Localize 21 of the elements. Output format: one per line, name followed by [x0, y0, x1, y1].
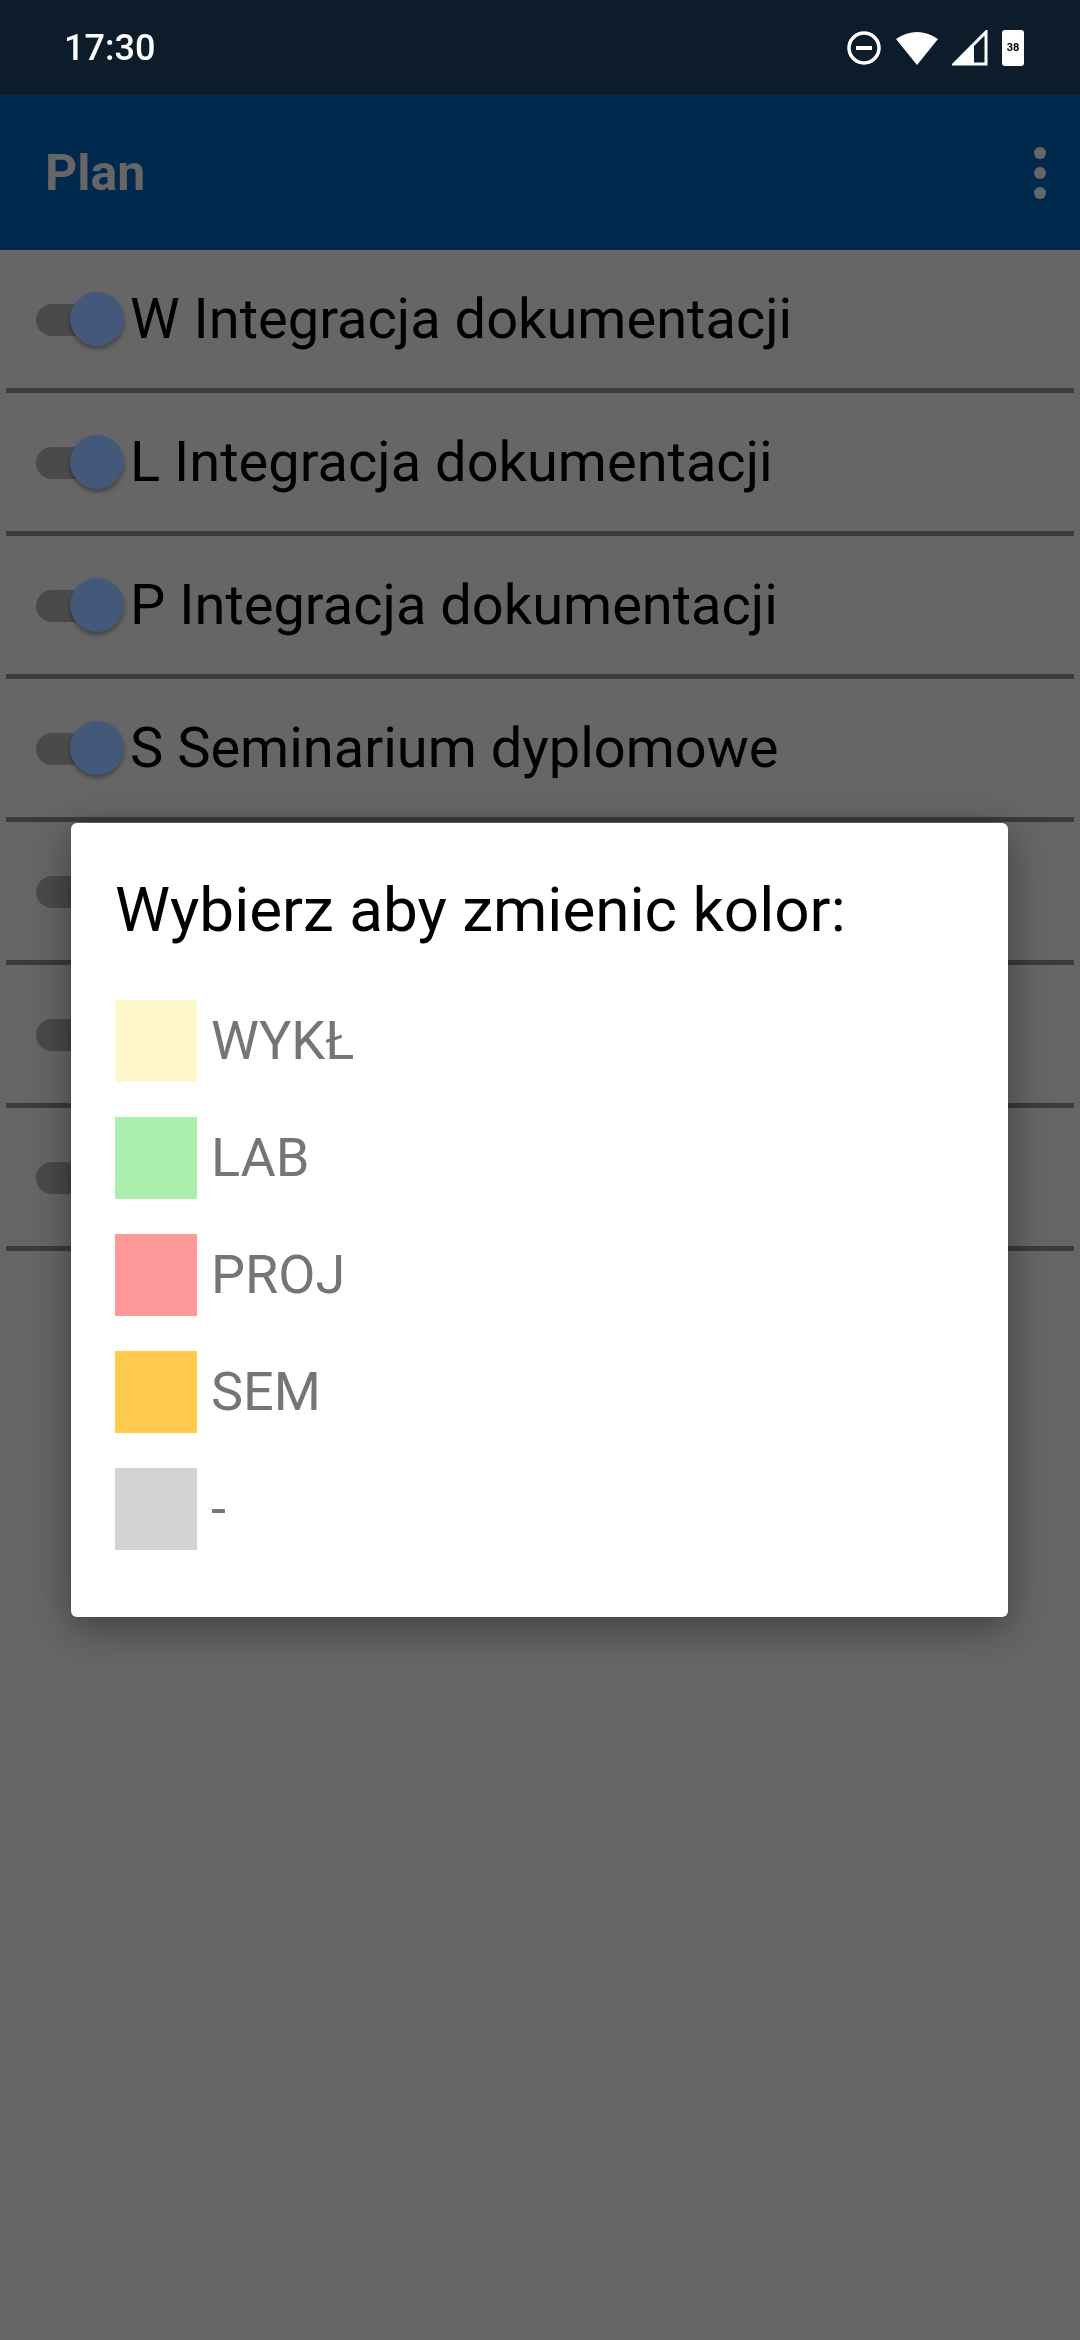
color-swatch[interactable] [115, 1116, 197, 1199]
color-option[interactable]: WYKŁ [211, 1009, 355, 1072]
course-label: W Integracja dokumentacji [130, 286, 793, 352]
course-label: S Seminarium dyplomowe [130, 715, 779, 781]
dialog-title: Wybierz aby zmienic kolor: [115, 873, 847, 946]
do-not-disturb-icon [846, 29, 882, 66]
wifi-icon [896, 30, 938, 65]
signal-icon [952, 29, 988, 66]
color-swatch[interactable] [115, 1233, 197, 1316]
course-label: L Integracja dokumentacji [130, 429, 773, 495]
color-option[interactable]: LAB [211, 1126, 310, 1189]
course-label: P Integracja dokumentacji [130, 572, 778, 638]
color-swatch[interactable] [115, 999, 197, 1082]
color-option[interactable]: PROJ [211, 1243, 346, 1306]
color-option[interactable]: SEM [211, 1360, 321, 1423]
color-option[interactable]: - [211, 1477, 226, 1540]
color-swatch[interactable] [115, 1467, 197, 1550]
color-swatch[interactable] [115, 1350, 197, 1433]
app-title: Plan [45, 143, 147, 202]
battery-icon: 38 [1002, 29, 1024, 66]
status-time: 17:30 [64, 26, 157, 69]
